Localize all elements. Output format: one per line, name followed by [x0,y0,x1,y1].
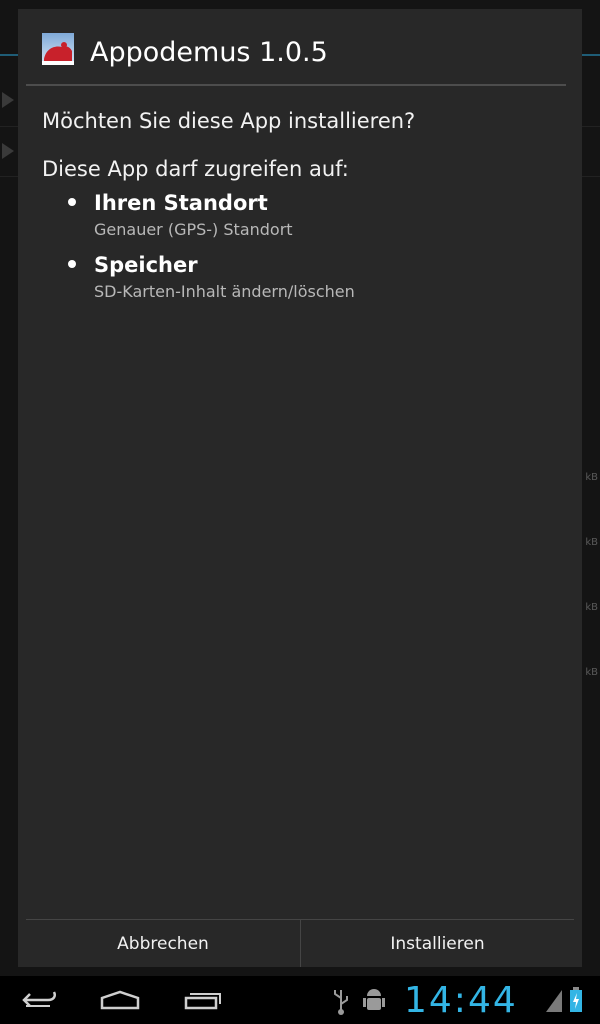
install-button[interactable]: Installieren [301,920,574,967]
home-icon[interactable] [98,976,142,1024]
cancel-button[interactable]: Abbrechen [26,920,300,967]
install-question: Möchten Sie diese App installieren? [42,109,416,133]
bullet-icon [68,260,76,268]
permission-title: Ihren Standort [94,191,268,215]
permission-title: Speicher [94,253,198,277]
background-size-label: kB [585,537,598,548]
permission-detail: SD-Karten-Inhalt ändern/löschen [94,282,355,301]
background-size-label: kB [585,472,598,483]
background-expand-arrow-icon [2,92,14,108]
usb-icon [334,990,348,1015]
battery-charging-icon [570,987,582,1012]
signal-icon [546,990,562,1012]
back-icon[interactable] [18,976,62,1024]
background-size-label: kB [585,667,598,678]
android-debug-icon [363,989,385,1010]
bullet-icon [68,198,76,206]
permission-detail: Genauer (GPS-) Standort [94,220,293,239]
background-size-label: kB [585,602,598,613]
recent-apps-icon[interactable] [180,976,224,1024]
dialog-title: Appodemus 1.0.5 [90,37,328,68]
status-clock: 14:44 [404,980,518,1021]
install-dialog: Appodemus 1.0.5 Möchten Sie diese App in… [18,9,582,967]
background-expand-arrow-icon [2,143,14,159]
title-divider [26,84,566,86]
app-icon [42,33,74,65]
permissions-header: Diese App darf zugreifen auf: [42,157,349,181]
